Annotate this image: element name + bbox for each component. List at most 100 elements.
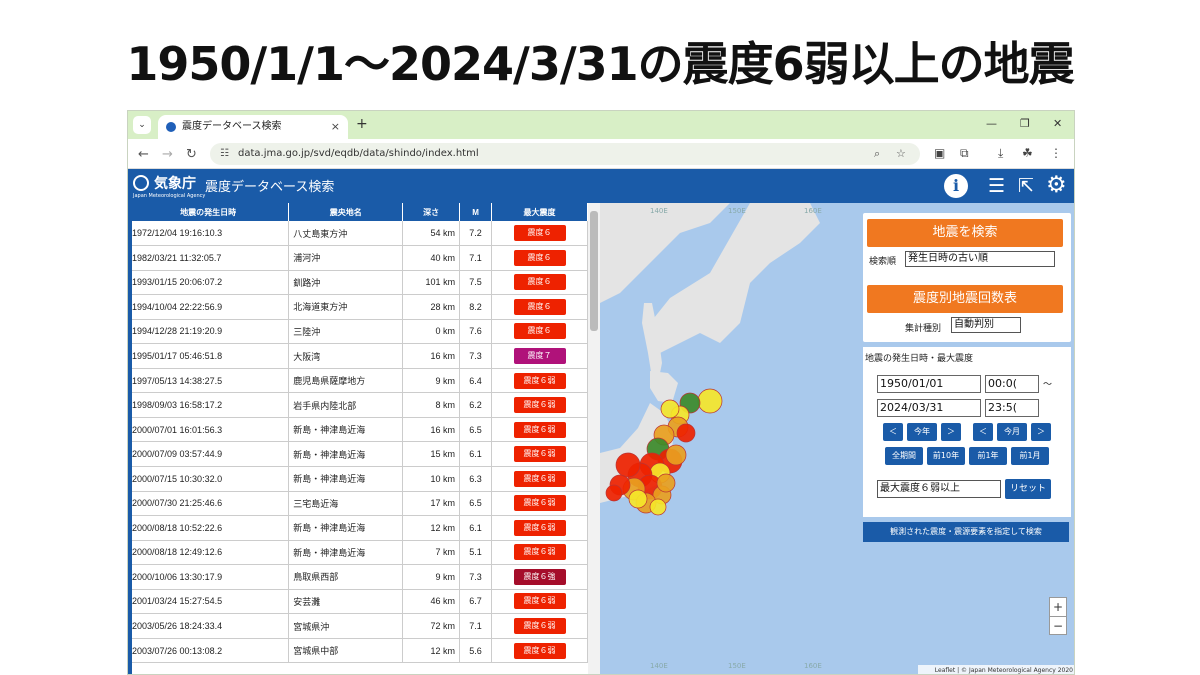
table-header-row: 地震の発生日時 震央地名 深さ M 最大震度 bbox=[128, 203, 588, 221]
search-controls: 地震を検索 検索順 発生日時の古い順 震度別地震回数表 集計種別 自動判別 bbox=[863, 213, 1071, 342]
row-intensity: 震度６強 bbox=[491, 564, 588, 590]
url-field[interactable]: ☷ data.jma.go.jp/svd/eqdb/data/shindo/in… bbox=[210, 143, 920, 165]
new-tab-button[interactable]: + bbox=[356, 116, 368, 132]
row-date: 2000/10/06 13:30:17.9 bbox=[128, 564, 290, 590]
tab-close-icon[interactable]: × bbox=[331, 115, 340, 139]
minimize-button[interactable]: — bbox=[986, 117, 997, 130]
col-area-header[interactable]: 震央地名 bbox=[288, 203, 404, 221]
start-date-field[interactable]: 1950/01/01 bbox=[877, 375, 981, 393]
row-depth: 8 km bbox=[402, 392, 461, 418]
epicenter-marker[interactable] bbox=[605, 484, 623, 502]
browser-tab[interactable]: 震度データベース検索 × bbox=[158, 115, 348, 139]
intensity-badge: 震度６弱 bbox=[513, 495, 566, 512]
col-intensity-header[interactable]: 最大震度 bbox=[491, 203, 588, 221]
row-magnitude: 7.1 bbox=[459, 613, 493, 639]
row-area: 宮城県沖 bbox=[288, 613, 404, 639]
row-intensity: 震度６弱 bbox=[491, 491, 588, 517]
table-row[interactable]: 1972/12/04 19:16:10.3 八丈島東方沖 54 km 7.2 震度６ bbox=[128, 221, 588, 247]
row-intensity: 震度６ bbox=[491, 319, 588, 345]
bookmark-star-icon[interactable]: ☆ bbox=[896, 143, 906, 165]
profile-icon[interactable]: ☘ bbox=[1022, 146, 1033, 160]
epicenter-marker[interactable] bbox=[615, 452, 641, 478]
zoom-out-button[interactable]: − bbox=[1050, 616, 1066, 635]
info-icon[interactable]: i bbox=[944, 174, 968, 198]
zoom-in-button[interactable]: + bbox=[1050, 598, 1066, 616]
table-row[interactable]: 2000/08/18 12:49:12.6 新島・神津島近海 7 km 5.1 震度６弱 bbox=[128, 540, 588, 566]
gear-icon[interactable]: ⚙ bbox=[1046, 172, 1067, 198]
intensity-badge: 震度６強 bbox=[513, 568, 566, 585]
table-row[interactable]: 1998/09/03 16:58:17.2 岩手県内陸北部 8 km 6.2 震度６弱 bbox=[128, 392, 588, 418]
extension-m-icon[interactable]: ▣ bbox=[934, 146, 945, 160]
row-depth: 9 km bbox=[402, 368, 461, 394]
back-icon[interactable]: ← bbox=[138, 147, 149, 162]
epicenter-marker[interactable] bbox=[660, 399, 680, 419]
tab-search-icon[interactable]: ⌄ bbox=[133, 116, 151, 134]
observed-intensity-search-button[interactable]: 観測された震度・震源要素を指定して検索 bbox=[863, 522, 1069, 542]
forward-icon[interactable]: → bbox=[162, 147, 173, 162]
close-window-button[interactable]: ✕ bbox=[1053, 117, 1062, 130]
restore-button[interactable]: ❐ bbox=[1020, 117, 1030, 130]
extensions-puzzle-icon[interactable]: ⧉ bbox=[960, 146, 969, 161]
intensity-select[interactable]: 最大震度６弱以上 bbox=[877, 480, 1001, 498]
reset-button[interactable]: リセット bbox=[1005, 479, 1051, 499]
table-row[interactable]: 1994/12/28 21:19:20.9 三陸沖 0 km 7.6 震度６ bbox=[128, 319, 588, 345]
this-year-button[interactable]: 今年 bbox=[907, 423, 937, 441]
next-month-button[interactable]: ＞ bbox=[1031, 423, 1051, 441]
table-row[interactable]: 2001/03/24 15:27:54.5 安芸灘 46 km 6.7 震度６弱 bbox=[128, 589, 588, 615]
col-date-header[interactable]: 地震の発生日時 bbox=[128, 203, 290, 221]
menu-kebab-icon[interactable]: ⋮ bbox=[1050, 146, 1062, 160]
last-1-month-button[interactable]: 前1月 bbox=[1011, 447, 1049, 465]
start-time-field[interactable]: 00:0( bbox=[985, 375, 1039, 393]
epicenter-marker[interactable] bbox=[697, 388, 723, 414]
row-depth: 101 km bbox=[402, 270, 461, 296]
table-row[interactable]: 1995/01/17 05:46:51.8 大阪湾 16 km 7.3 震度７ bbox=[128, 343, 588, 369]
table-row[interactable]: 1982/03/21 11:32:05.7 浦河沖 40 km 7.1 震度６ bbox=[128, 245, 588, 271]
col-depth-header[interactable]: 深さ bbox=[402, 203, 461, 221]
col-mag-header[interactable]: M bbox=[459, 203, 493, 221]
epicenter-marker[interactable] bbox=[665, 444, 687, 466]
prev-month-button[interactable]: ＜ bbox=[973, 423, 993, 441]
row-depth: 16 km bbox=[402, 343, 461, 369]
end-time-field[interactable]: 23:5( bbox=[985, 399, 1039, 417]
table-row[interactable]: 2003/05/26 18:24:33.4 宮城県沖 72 km 7.1 震度６弱 bbox=[128, 613, 588, 639]
table-row[interactable]: 2000/07/15 10:30:32.0 新島・神津島近海 10 km 6.3 震度６… bbox=[128, 466, 588, 492]
all-period-button[interactable]: 全期間 bbox=[885, 447, 923, 465]
end-date-value: 2024/03/31 bbox=[880, 401, 944, 414]
reload-icon[interactable]: ↻ bbox=[186, 147, 197, 162]
table-row[interactable]: 2000/08/18 10:52:22.6 新島・神津島近海 12 km 6.1 震度６… bbox=[128, 515, 588, 541]
table-row[interactable]: 2000/10/06 13:30:17.9 鳥取県西部 9 km 7.3 震度６強 bbox=[128, 564, 588, 590]
next-year-button[interactable]: ＞ bbox=[941, 423, 961, 441]
table-row[interactable]: 1997/05/13 14:38:27.5 鹿児島県薩摩地方 9 km 6.4 震度６弱 bbox=[128, 368, 588, 394]
last-1-year-button[interactable]: 前1年 bbox=[969, 447, 1007, 465]
end-date-field[interactable]: 2024/03/31 bbox=[877, 399, 981, 417]
epicenter-marker[interactable] bbox=[676, 423, 696, 443]
epicenter-marker[interactable] bbox=[649, 498, 667, 516]
table-row[interactable]: 2000/07/01 16:01:56.3 新島・神津島近海 16 km 6.5 震度６… bbox=[128, 417, 588, 443]
table-scrollbar[interactable] bbox=[588, 203, 600, 674]
table-row[interactable]: 1994/10/04 22:22:56.9 北海道東方沖 28 km 8.2 震度６ bbox=[128, 294, 588, 320]
search-earthquake-button[interactable]: 地震を検索 bbox=[867, 219, 1063, 247]
table-row[interactable]: 1993/01/15 20:06:07.2 釧路沖 101 km 7.5 震度６ bbox=[128, 270, 588, 296]
table-row[interactable]: 2003/07/26 00:13:08.2 宮城県中部 12 km 5.6 震度６弱 bbox=[128, 638, 588, 664]
prev-year-button[interactable]: ＜ bbox=[883, 423, 903, 441]
table-row[interactable]: 2000/07/30 21:25:46.6 三宅島近海 17 km 6.5 震度６弱 bbox=[128, 491, 588, 517]
zoom-icon[interactable]: ⌕ bbox=[874, 143, 880, 165]
scroll-thumb[interactable] bbox=[590, 211, 598, 331]
site-info-icon[interactable]: ☷ bbox=[220, 143, 229, 165]
table-row[interactable]: 2000/07/09 03:57:44.9 新島・神津島近海 15 km 6.1 震度６… bbox=[128, 441, 588, 467]
row-intensity: 震度６弱 bbox=[491, 466, 588, 492]
download-icon[interactable]: ⤓ bbox=[998, 146, 1003, 161]
this-month-button[interactable]: 今月 bbox=[997, 423, 1027, 441]
external-link-icon[interactable]: ⇱ bbox=[1018, 174, 1034, 198]
results-panel: 地震の発生日時 震央地名 深さ M 最大震度 1972/12/04 19:16:… bbox=[128, 203, 588, 674]
list-icon[interactable]: ☰ bbox=[988, 174, 1005, 198]
last-10-years-button[interactable]: 前10年 bbox=[927, 447, 965, 465]
epicenter-marker[interactable] bbox=[656, 473, 676, 493]
epicenter-marker[interactable] bbox=[628, 489, 648, 509]
aggregation-label: 集計種別 bbox=[905, 324, 942, 334]
count-table-button[interactable]: 震度別地震回数表 bbox=[867, 285, 1063, 313]
aggregation-select[interactable]: 自動判別 bbox=[951, 317, 1021, 333]
row-date: 2000/07/30 21:25:46.6 bbox=[128, 491, 290, 517]
order-select[interactable]: 発生日時の古い順 bbox=[905, 251, 1055, 267]
app-area: 気象庁 Japan Meteorological Agency 震度データベース… bbox=[128, 169, 1074, 674]
